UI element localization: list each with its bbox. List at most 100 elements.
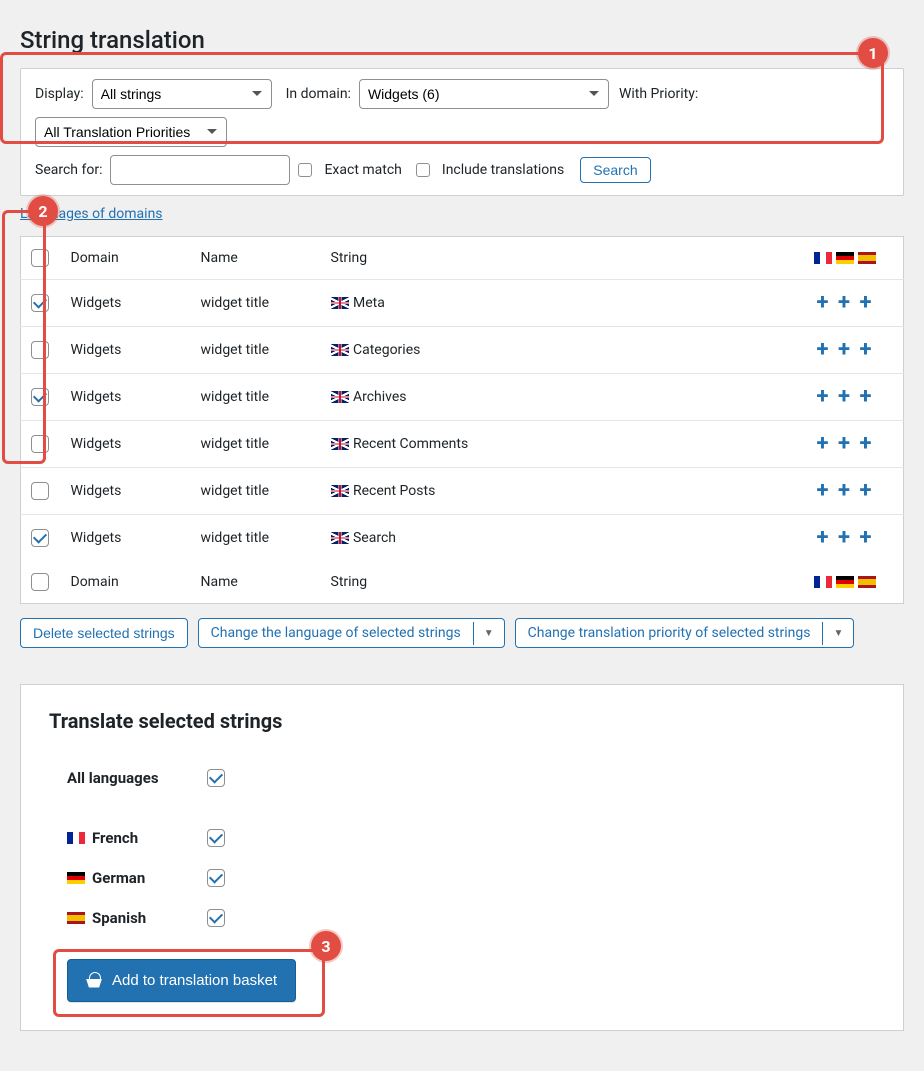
flag-fr-icon bbox=[814, 252, 832, 264]
flag-gb-icon bbox=[331, 344, 349, 356]
add-translation-fr[interactable]: + bbox=[814, 527, 832, 549]
cell-name: widget title bbox=[191, 280, 321, 327]
language-row: Spanish bbox=[67, 909, 857, 927]
cell-domain: Widgets bbox=[61, 327, 191, 374]
display-select[interactable]: All strings bbox=[92, 79, 272, 109]
add-translation-de[interactable]: + bbox=[835, 480, 853, 502]
add-translation-fr[interactable]: + bbox=[814, 339, 832, 361]
flag-de-icon bbox=[836, 252, 854, 264]
flag-de-icon bbox=[67, 872, 85, 884]
language-checkbox[interactable] bbox=[207, 869, 225, 887]
cell-string: Categories bbox=[321, 327, 804, 374]
add-translation-fr[interactable]: + bbox=[814, 480, 832, 502]
all-languages-label: All languages bbox=[67, 769, 207, 787]
cell-name: widget title bbox=[191, 468, 321, 515]
cell-string: Meta bbox=[321, 280, 804, 327]
exact-match-checkbox[interactable] bbox=[298, 163, 312, 177]
page-title: String translation bbox=[20, 26, 904, 54]
add-translation-de[interactable]: + bbox=[835, 292, 853, 314]
row-checkbox[interactable] bbox=[31, 435, 49, 453]
select-all-checkbox[interactable] bbox=[31, 249, 49, 267]
tf-domain[interactable]: Domain bbox=[61, 561, 191, 604]
search-label: Search for: bbox=[35, 162, 102, 178]
language-label: Spanish bbox=[67, 909, 207, 927]
language-row: French bbox=[67, 829, 857, 847]
add-translation-de[interactable]: + bbox=[835, 433, 853, 455]
filter-bar: Display: All strings In domain: Widgets … bbox=[20, 68, 904, 196]
language-checkbox[interactable] bbox=[207, 829, 225, 847]
row-checkbox[interactable] bbox=[31, 388, 49, 406]
select-all-checkbox-footer[interactable] bbox=[31, 573, 49, 591]
chevron-down-icon: ▼ bbox=[473, 622, 504, 645]
add-translation-fr[interactable]: + bbox=[814, 433, 832, 455]
cell-name: widget title bbox=[191, 374, 321, 421]
add-to-basket-label: Add to translation basket bbox=[112, 972, 277, 989]
flag-es-icon bbox=[67, 912, 85, 924]
delete-selected-button[interactable]: Delete selected strings bbox=[20, 618, 188, 648]
cell-string: Recent Posts bbox=[321, 468, 804, 515]
flag-es-icon bbox=[858, 576, 876, 588]
domain-select[interactable]: Widgets (6) bbox=[359, 79, 609, 109]
annotation-circle-1: 1 bbox=[858, 38, 888, 68]
all-languages-checkbox[interactable] bbox=[207, 769, 225, 787]
domain-label: In domain: bbox=[286, 86, 351, 102]
add-translation-es[interactable]: + bbox=[856, 386, 874, 408]
flag-fr-icon bbox=[67, 832, 85, 844]
flag-fr-icon bbox=[814, 576, 832, 588]
flag-gb-icon bbox=[331, 391, 349, 403]
language-label: French bbox=[67, 829, 207, 847]
include-translations-label: Include translations bbox=[442, 162, 564, 178]
search-input[interactable] bbox=[110, 155, 290, 185]
basket-icon bbox=[86, 974, 102, 988]
add-translation-de[interactable]: + bbox=[835, 527, 853, 549]
table-row: Widgetswidget title Categories + + + bbox=[21, 327, 904, 374]
add-translation-es[interactable]: + bbox=[856, 527, 874, 549]
add-to-basket-button[interactable]: Add to translation basket bbox=[67, 959, 296, 1002]
tf-string[interactable]: String bbox=[321, 561, 804, 604]
add-translation-de[interactable]: + bbox=[835, 339, 853, 361]
cell-domain: Widgets bbox=[61, 421, 191, 468]
add-translation-fr[interactable]: + bbox=[814, 292, 832, 314]
language-checkbox[interactable] bbox=[207, 909, 225, 927]
th-languages bbox=[804, 237, 904, 280]
add-translation-es[interactable]: + bbox=[856, 292, 874, 314]
flag-de-icon bbox=[836, 576, 854, 588]
table-row: Widgetswidget title Search+ + + bbox=[21, 515, 904, 562]
language-row: German bbox=[67, 869, 857, 887]
change-priority-select[interactable]: Change translation priority of selected … bbox=[515, 618, 855, 648]
cell-name: widget title bbox=[191, 515, 321, 562]
flag-gb-icon bbox=[331, 297, 349, 309]
change-language-select[interactable]: Change the language of selected strings … bbox=[198, 618, 505, 648]
search-button[interactable]: Search bbox=[580, 157, 650, 183]
include-translations-checkbox[interactable] bbox=[416, 163, 430, 177]
add-translation-es[interactable]: + bbox=[856, 480, 874, 502]
cell-name: widget title bbox=[191, 327, 321, 374]
priority-label: With Priority: bbox=[619, 86, 698, 102]
language-label: German bbox=[67, 869, 207, 887]
flag-es-icon bbox=[858, 252, 876, 264]
cell-domain: Widgets bbox=[61, 374, 191, 421]
row-checkbox[interactable] bbox=[31, 482, 49, 500]
flag-gb-icon bbox=[331, 532, 349, 544]
cell-string: Archives bbox=[321, 374, 804, 421]
strings-table: Domain Name String Widgetswidget title M… bbox=[20, 236, 904, 604]
add-translation-es[interactable]: + bbox=[856, 433, 874, 455]
th-string[interactable]: String bbox=[321, 237, 804, 280]
th-name[interactable]: Name bbox=[191, 237, 321, 280]
cell-domain: Widgets bbox=[61, 515, 191, 562]
cell-name: widget title bbox=[191, 421, 321, 468]
display-label: Display: bbox=[35, 86, 84, 102]
row-checkbox[interactable] bbox=[31, 529, 49, 547]
cell-domain: Widgets bbox=[61, 468, 191, 515]
row-checkbox[interactable] bbox=[31, 341, 49, 359]
add-translation-fr[interactable]: + bbox=[814, 386, 832, 408]
add-translation-de[interactable]: + bbox=[835, 386, 853, 408]
flag-gb-icon bbox=[331, 485, 349, 497]
add-translation-es[interactable]: + bbox=[856, 339, 874, 361]
tf-name[interactable]: Name bbox=[191, 561, 321, 604]
chevron-down-icon: ▼ bbox=[822, 622, 853, 645]
translate-selected-panel: Translate selected strings All languages… bbox=[20, 684, 904, 1031]
row-checkbox[interactable] bbox=[31, 294, 49, 312]
priority-select[interactable]: All Translation Priorities bbox=[35, 117, 227, 147]
th-domain[interactable]: Domain bbox=[61, 237, 191, 280]
